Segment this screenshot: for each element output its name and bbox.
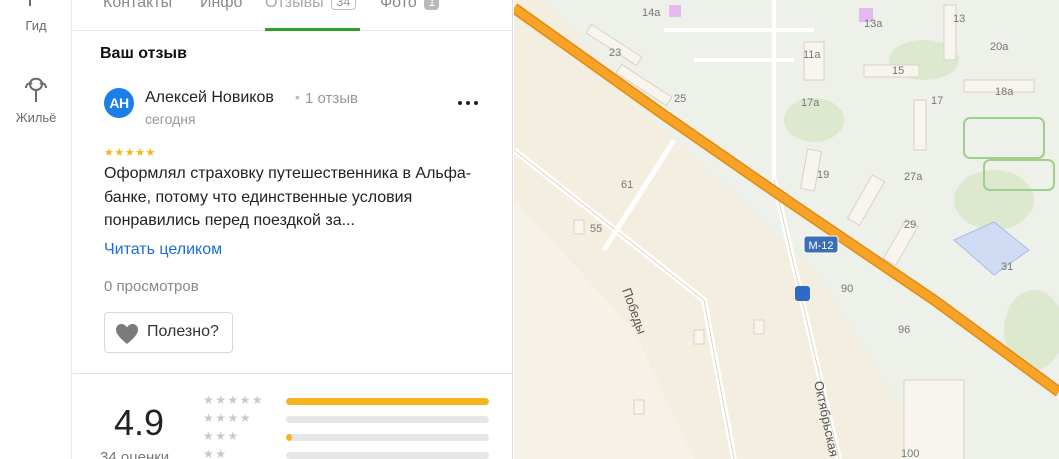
highway-label: М-12 <box>808 240 833 252</box>
rating-distribution-row: ★★★ <box>203 429 493 445</box>
separator-dot: • <box>295 89 300 105</box>
rail-item-guide-label: Гид <box>25 18 47 33</box>
distribution-bar-fill <box>286 398 489 405</box>
distribution-stars: ★★★★ <box>203 411 253 425</box>
tab-reviews[interactable]: Отзывы 34 <box>265 0 356 12</box>
tab-info-label: Инфо <box>200 0 243 11</box>
house-number: 25 <box>674 93 686 105</box>
author-reviews-count: 1 отзыв <box>305 90 359 107</box>
read-more-link[interactable]: Читать целиком <box>104 241 222 259</box>
place-panel: Контакты Инфо Отзывы 34 Фото 1 Ваш отзыв… <box>73 0 513 459</box>
map-view[interactable]: М-12 Победы Октябрьская 14а 13а 13 20а 2… <box>514 0 1059 459</box>
ratings-count: 34 оценки <box>100 449 170 459</box>
house-number: 55 <box>590 223 602 235</box>
views-count: 0 просмотров <box>104 278 199 295</box>
poi-marker <box>669 5 681 17</box>
more-options-button[interactable] <box>453 86 483 116</box>
house-number: 31 <box>1001 261 1013 273</box>
rail-item-guide[interactable]: Гид <box>0 0 72 33</box>
house-number: 96 <box>898 324 910 336</box>
house-number: 15 <box>892 65 904 77</box>
avatar[interactable]: АН <box>104 88 134 118</box>
tab-photos-badge: 1 <box>424 0 440 10</box>
distribution-stars: ★★★ <box>203 429 240 443</box>
house-number: 11а <box>803 49 821 61</box>
distribution-bar-fill <box>286 434 293 441</box>
rail-item-housing[interactable]: Жильё <box>0 72 72 125</box>
author-name[interactable]: Алексей Новиков <box>145 89 274 107</box>
house-number: 17 <box>931 95 943 107</box>
heart-icon <box>116 324 138 344</box>
house-number: 61 <box>621 179 633 191</box>
house-number: 18а <box>995 86 1014 98</box>
house-number: 20а <box>990 41 1009 53</box>
tab-contacts[interactable]: Контакты <box>103 0 172 12</box>
section-title: Ваш отзыв <box>100 45 187 62</box>
house-number: 17а <box>801 97 820 109</box>
review-stars: ★★★★★ <box>104 147 156 159</box>
useful-button-label: Полезно? <box>147 323 219 340</box>
distribution-bar <box>286 434 489 441</box>
rating-distribution-row: ★★ <box>203 447 493 459</box>
tab-contacts-label: Контакты <box>103 0 173 11</box>
house-number: 90 <box>841 283 853 295</box>
house-number: 19 <box>817 169 829 181</box>
green-area <box>954 170 1034 230</box>
rating-distribution-row: ★★★★★ <box>203 393 493 409</box>
distribution-bar <box>286 452 489 459</box>
housing-icon <box>25 77 47 102</box>
house-number: 27а <box>904 171 923 183</box>
map-canvas[interactable]: М-12 Победы Октябрьская 14а 13а 13 20а 2… <box>514 0 1059 459</box>
left-rail: Гид Жильё <box>0 0 72 459</box>
house-number: 29 <box>904 219 916 231</box>
rating-distribution-row: ★★★★ <box>203 411 493 427</box>
tab-info[interactable]: Инфо <box>200 0 242 12</box>
tab-reviews-label: Отзывы <box>265 0 324 11</box>
active-tab-indicator <box>265 28 360 31</box>
distribution-stars: ★★★★★ <box>203 393 265 407</box>
house-number: 13 <box>953 13 965 25</box>
house-number: 100 <box>901 448 919 459</box>
house-number: 23 <box>609 47 621 59</box>
tab-reviews-badge: 34 <box>331 0 356 10</box>
rail-item-housing-label: Жильё <box>15 110 57 125</box>
house-number: 13а <box>864 18 883 30</box>
bus-stop-icon[interactable] <box>795 286 810 301</box>
divider <box>73 373 512 374</box>
review-date: сегодня <box>145 111 196 127</box>
useful-button[interactable]: Полезно? <box>104 312 233 353</box>
tab-photos[interactable]: Фото 1 <box>380 0 440 12</box>
house-number: 14а <box>642 7 661 19</box>
distribution-bar <box>286 416 489 423</box>
average-rating: 4.9 <box>114 402 165 443</box>
tab-bar: Контакты Инфо Отзывы 34 Фото 1 <box>73 0 512 31</box>
distribution-stars: ★★ <box>203 447 228 459</box>
guide-icon <box>29 0 31 6</box>
review-text: Оформлял страховку путешественника в Аль… <box>104 165 472 229</box>
distribution-bar <box>286 398 489 405</box>
tab-photos-label: Фото <box>380 0 417 11</box>
